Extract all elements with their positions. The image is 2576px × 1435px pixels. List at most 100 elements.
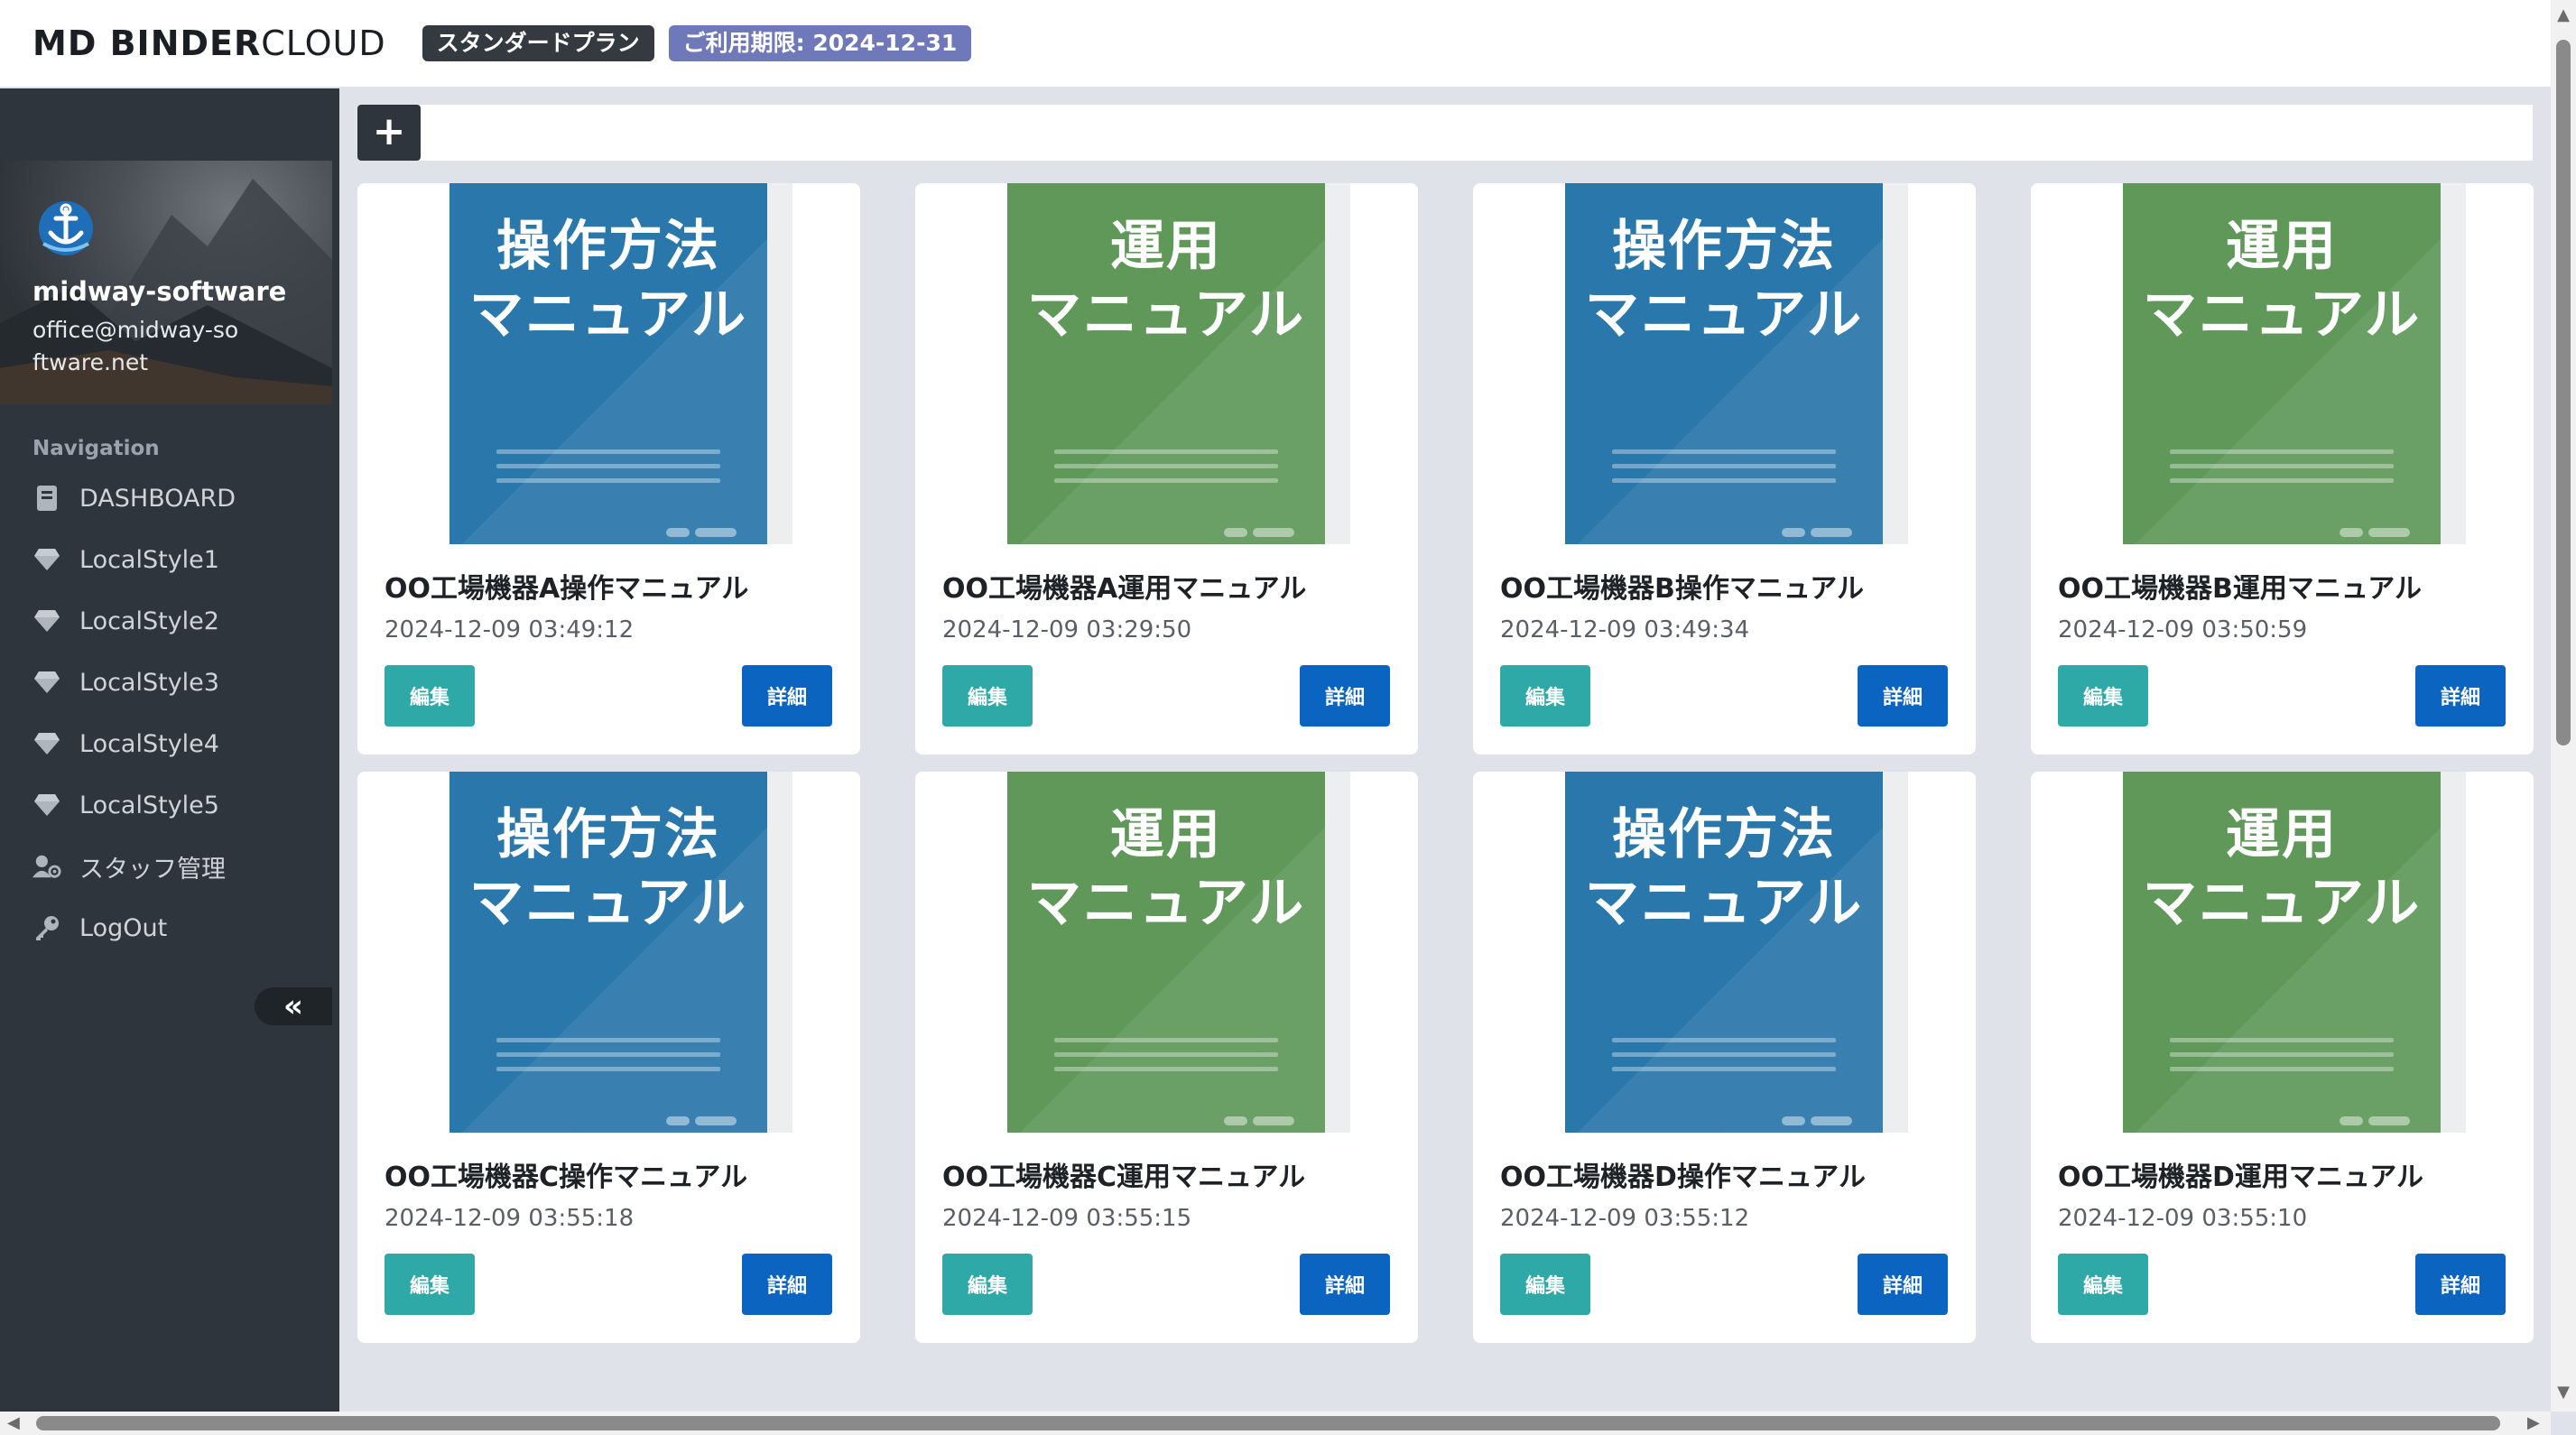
cover-image: 運用 マニュアル bbox=[1007, 772, 1325, 1133]
cover-image: 操作方法 マニュアル bbox=[1565, 772, 1883, 1133]
manual-cover[interactable]: 運用 マニュアル bbox=[2123, 772, 2466, 1133]
profile-email: office@midway-software.net bbox=[32, 317, 239, 375]
gem-icon bbox=[32, 606, 61, 635]
brand-bold: MD BINDER bbox=[32, 23, 262, 63]
nav-label: LocalStyle3 bbox=[79, 668, 219, 697]
manual-card: 操作方法 マニュアル OO工場機器A操作マニュアル 2024-12-09 03:… bbox=[357, 183, 860, 755]
profile-panel: midway-software office@midway-software.n… bbox=[0, 161, 332, 404]
manual-card: 運用 マニュアル OO工場機器A運用マニュアル 2024-12-09 03:29… bbox=[915, 183, 1418, 755]
scroll-up-arrow-icon[interactable]: ▲ bbox=[2551, 5, 2576, 24]
nav-list: DASHBOARD LocalStyle1 LocalStyle2 LocalS… bbox=[0, 468, 339, 958]
sidebar: midway-software office@midway-software.n… bbox=[0, 88, 339, 1415]
nav-item-logout[interactable]: LogOut bbox=[0, 897, 339, 958]
edit-button[interactable]: 編集 bbox=[1500, 665, 1590, 727]
nav-item-localstyle5[interactable]: LocalStyle5 bbox=[0, 774, 339, 836]
manual-cover[interactable]: 操作方法 マニュアル bbox=[449, 183, 792, 544]
cover-image: 運用 マニュアル bbox=[2123, 772, 2441, 1133]
profile-name: midway-software bbox=[32, 276, 287, 307]
manual-title[interactable]: OO工場機器D運用マニュアル bbox=[2058, 1154, 2423, 1194]
edit-button[interactable]: 編集 bbox=[2058, 1254, 2148, 1315]
cover-title: 操作方法 マニュアル bbox=[468, 803, 748, 935]
double-chevron-left-icon: « bbox=[283, 988, 303, 1024]
cover-image: 運用 マニュアル bbox=[1007, 183, 1325, 544]
edit-button[interactable]: 編集 bbox=[385, 1254, 475, 1315]
scroll-down-arrow-icon[interactable]: ▼ bbox=[2551, 1383, 2576, 1402]
detail-button[interactable]: 詳細 bbox=[1858, 665, 1948, 727]
cover-title: 操作方法 マニュアル bbox=[468, 215, 748, 347]
top-header: MD BINDERCLOUD スタンダードプラン ご利用期限: 2024-12-… bbox=[0, 0, 2551, 87]
navigation-heading: Navigation bbox=[32, 437, 160, 460]
nav-item-dashboard[interactable]: DASHBOARD bbox=[0, 468, 339, 529]
manual-updated-date: 2024-12-09 03:29:50 bbox=[942, 616, 1192, 643]
plan-badge: スタンダードプラン bbox=[422, 25, 654, 61]
detail-button[interactable]: 詳細 bbox=[742, 1254, 832, 1315]
nav-label: LocalStyle1 bbox=[79, 545, 219, 574]
edit-button[interactable]: 編集 bbox=[385, 665, 475, 727]
manual-cover[interactable]: 運用 マニュアル bbox=[1007, 772, 1350, 1133]
nav-label: LocalStyle2 bbox=[79, 606, 219, 635]
cover-image: 操作方法 マニュアル bbox=[1565, 183, 1883, 544]
cover-image: 運用 マニュアル bbox=[2123, 183, 2441, 544]
manual-grid: 操作方法 マニュアル OO工場機器A操作マニュアル 2024-12-09 03:… bbox=[357, 183, 2534, 1343]
cover-title: 操作方法 マニュアル bbox=[1584, 803, 1864, 935]
brand-light: CLOUD bbox=[261, 23, 386, 63]
manual-cover[interactable]: 操作方法 マニュアル bbox=[1565, 772, 1908, 1133]
add-manual-button[interactable]: + bbox=[357, 105, 421, 161]
nav-item-localstyle1[interactable]: LocalStyle1 bbox=[0, 529, 339, 590]
gem-icon bbox=[32, 668, 61, 697]
detail-button[interactable]: 詳細 bbox=[1300, 1254, 1390, 1315]
edit-button[interactable]: 編集 bbox=[942, 665, 1033, 727]
edit-button[interactable]: 編集 bbox=[2058, 665, 2148, 727]
edit-button[interactable]: 編集 bbox=[942, 1254, 1033, 1315]
user-gear-icon bbox=[32, 852, 61, 881]
nav-item-localstyle2[interactable]: LocalStyle2 bbox=[0, 590, 339, 652]
manual-title[interactable]: OO工場機器C操作マニュアル bbox=[385, 1154, 747, 1194]
manual-title[interactable]: OO工場機器C運用マニュアル bbox=[942, 1154, 1305, 1194]
manual-cover[interactable]: 操作方法 マニュアル bbox=[1565, 183, 1908, 544]
nav-item-localstyle4[interactable]: LocalStyle4 bbox=[0, 713, 339, 774]
manual-title[interactable]: OO工場機器A操作マニュアル bbox=[385, 566, 748, 606]
cover-title: 運用 マニュアル bbox=[2142, 803, 2422, 935]
manual-title[interactable]: OO工場機器A運用マニュアル bbox=[942, 566, 1306, 606]
detail-button[interactable]: 詳細 bbox=[2415, 665, 2506, 727]
manual-card: 運用 マニュアル OO工場機器D運用マニュアル 2024-12-09 03:55… bbox=[2031, 772, 2534, 1343]
vertical-scrollbar[interactable]: ▲ ▼ bbox=[2551, 0, 2576, 1412]
manual-title[interactable]: OO工場機器B運用マニュアル bbox=[2058, 566, 2422, 606]
gem-icon bbox=[32, 729, 61, 758]
cover-title: 操作方法 マニュアル bbox=[1584, 215, 1864, 347]
manual-card: 操作方法 マニュアル OO工場機器D操作マニュアル 2024-12-09 03:… bbox=[1473, 772, 1976, 1343]
vertical-scroll-thumb[interactable] bbox=[2556, 40, 2571, 745]
gem-icon bbox=[32, 545, 61, 574]
nav-label: スタッフ管理 bbox=[79, 855, 226, 884]
nav-label: LocalStyle5 bbox=[79, 791, 219, 819]
detail-button[interactable]: 詳細 bbox=[1300, 665, 1390, 727]
detail-button[interactable]: 詳細 bbox=[1858, 1254, 1948, 1315]
scroll-right-arrow-icon[interactable]: ▶ bbox=[2527, 1413, 2540, 1432]
nav-item-staff[interactable]: スタッフ管理 bbox=[0, 836, 339, 897]
detail-button[interactable]: 詳細 bbox=[742, 665, 832, 727]
cover-title: 運用 マニュアル bbox=[1026, 803, 1306, 935]
manual-updated-date: 2024-12-09 03:50:59 bbox=[2058, 616, 2308, 643]
manual-card: 操作方法 マニュアル OO工場機器B操作マニュアル 2024-12-09 03:… bbox=[1473, 183, 1976, 755]
manual-updated-date: 2024-12-09 03:49:12 bbox=[385, 616, 635, 643]
scroll-left-arrow-icon[interactable]: ◀ bbox=[7, 1413, 20, 1432]
manual-card: 運用 マニュアル OO工場機器B運用マニュアル 2024-12-09 03:50… bbox=[2031, 183, 2534, 755]
manual-cover[interactable]: 運用 マニュアル bbox=[2123, 183, 2466, 544]
nav-item-localstyle3[interactable]: LocalStyle3 bbox=[0, 652, 339, 713]
horizontal-scroll-thumb[interactable] bbox=[36, 1416, 2500, 1430]
horizontal-scrollbar[interactable]: ◀ ▶ bbox=[0, 1412, 2551, 1435]
collapse-sidebar-button[interactable]: « bbox=[255, 987, 332, 1025]
manual-card: 運用 マニュアル OO工場機器C運用マニュアル 2024-12-09 03:55… bbox=[915, 772, 1418, 1343]
anchor-logo-icon bbox=[39, 201, 93, 255]
manual-title[interactable]: OO工場機器B操作マニュアル bbox=[1500, 566, 1864, 606]
edit-button[interactable]: 編集 bbox=[1500, 1254, 1590, 1315]
manual-updated-date: 2024-12-09 03:55:12 bbox=[1500, 1205, 1750, 1232]
app-brand[interactable]: MD BINDERCLOUD bbox=[32, 23, 386, 63]
cover-image: 操作方法 マニュアル bbox=[449, 183, 767, 544]
nav-label: LogOut bbox=[79, 913, 168, 942]
manual-cover[interactable]: 操作方法 マニュアル bbox=[449, 772, 792, 1133]
manual-title[interactable]: OO工場機器D操作マニュアル bbox=[1500, 1154, 1866, 1194]
manual-cover[interactable]: 運用 マニュアル bbox=[1007, 183, 1350, 544]
detail-button[interactable]: 詳細 bbox=[2415, 1254, 2506, 1315]
manual-updated-date: 2024-12-09 03:49:34 bbox=[1500, 616, 1750, 643]
